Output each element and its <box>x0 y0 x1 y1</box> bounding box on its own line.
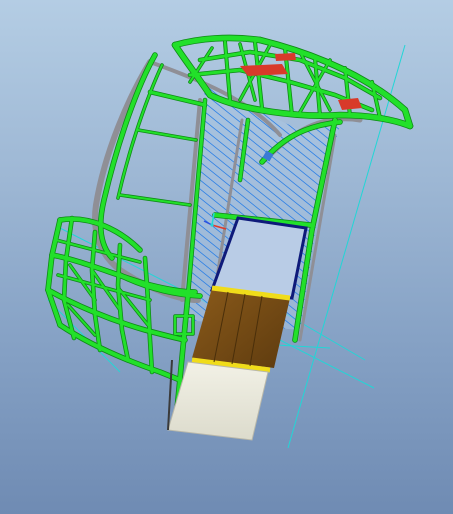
3d-viewport[interactable] <box>0 0 453 514</box>
datum-axis-lower <box>275 344 331 349</box>
side-top-rail <box>148 90 207 107</box>
side-mid-rail <box>137 129 197 141</box>
hatch-line <box>160 0 360 29</box>
roof-side-bar <box>172 42 213 98</box>
cad-model-scene[interactable] <box>0 0 453 514</box>
roof-hatch-right <box>338 98 362 110</box>
side-lower-rail <box>119 194 191 206</box>
side-panels <box>167 216 308 441</box>
roof-hatch-left <box>240 64 288 76</box>
hatch-line <box>160 0 360 20</box>
roof-vent <box>275 53 296 61</box>
hatch-line <box>160 0 360 56</box>
hatch-line <box>160 0 360 38</box>
